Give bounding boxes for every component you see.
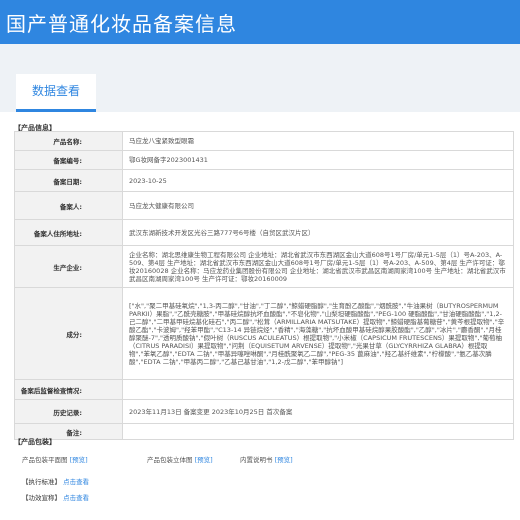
package-heading: 【产品包装】 [14, 438, 56, 446]
package-item-label: 内置说明书 [240, 456, 273, 464]
table-row: 生产企业: 企业名称：湖北思维康生物工程有限公司 企业地址：湖北省武汉市东西湖区… [14, 245, 514, 288]
supervision-value [122, 379, 514, 400]
table-row: 备案编号: 鄂G妆网备字2023001431 [14, 150, 514, 170]
page-title: 国产普通化妆品备案信息 [6, 12, 237, 36]
tab-bar: 数据查看 [0, 44, 520, 112]
row-label: 备案人住所地址: [14, 219, 123, 246]
filing-number-value: 鄂G妆网备字2023001431 [122, 150, 514, 170]
package-item: 产品包装立体图 [预览] [147, 454, 213, 464]
package-item-label: 产品包装平面图 [22, 456, 68, 464]
efficacy-view-link[interactable]: 点击查看 [63, 494, 89, 502]
standard-view-link[interactable]: 点击查看 [63, 478, 89, 486]
standard-row: 【执行标准】 点击查看 [22, 476, 89, 486]
row-label: 备案人: [14, 191, 123, 220]
table-row: 备案日期: 2023-10-25 [14, 169, 514, 192]
filing-date-value: 2023-10-25 [122, 169, 514, 192]
ingredients-value: ["水","聚二甲基硅氧烷","1,3-丙二醇","甘油","丁二醇","鲸蜡硬… [122, 287, 514, 380]
row-label: 成分: [14, 287, 123, 380]
preview-link[interactable]: [预览] [195, 456, 213, 464]
package-item: 产品包装平面图 [预览] [22, 454, 88, 464]
table-row: 备注: [14, 423, 514, 440]
tab-data-view[interactable]: 数据查看 [16, 74, 96, 112]
table-row: 备案人住所地址: 武汉东湖新技术开发区光谷三路777号6号楼（自贸区武汉片区） [14, 219, 514, 246]
efficacy-heading: 【功效宣称】 [22, 494, 61, 502]
row-label: 产品名称: [14, 131, 123, 151]
row-label: 备案后监督检查情况: [14, 379, 123, 400]
manufacturer-value: 企业名称：湖北思维康生物工程有限公司 企业地址：湖北省武汉市东西湖区金山大道60… [122, 245, 514, 288]
table-row: 备案人: 马应龙大健康有限公司 [14, 191, 514, 220]
filer-address-value: 武汉东湖新技术开发区光谷三路777号6号楼（自贸区武汉片区） [122, 219, 514, 246]
preview-link[interactable]: [预览] [70, 456, 88, 464]
table-row: 成分: ["水","聚二甲基硅氧烷","1,3-丙二醇","甘油","丁二醇",… [14, 287, 514, 380]
table-row: 产品名称: 马应龙八宝紧致型眼霜 [14, 131, 514, 151]
package-item-label: 产品包装立体图 [147, 456, 193, 464]
header-bar: 国产普通化妆品备案信息 [0, 0, 520, 44]
remarks-value [122, 423, 514, 440]
row-label: 备案编号: [14, 150, 123, 170]
package-item: 内置说明书 [预览] [240, 454, 293, 464]
row-label: 历史记录: [14, 399, 123, 424]
product-info-table: 产品名称: 马应龙八宝紧致型眼霜 备案编号: 鄂G妆网备字2023001431 … [14, 131, 514, 440]
product-name-value: 马应龙八宝紧致型眼霜 [122, 131, 514, 151]
table-row: 备案后监督检查情况: [14, 379, 514, 400]
history-value: 2023年11月13日 备案变更 2023年10月25日 首次备案 [122, 399, 514, 424]
preview-link[interactable]: [预览] [275, 456, 293, 464]
standard-heading: 【执行标准】 [22, 478, 61, 486]
table-row: 历史记录: 2023年11月13日 备案变更 2023年10月25日 首次备案 [14, 399, 514, 424]
row-label: 生产企业: [14, 245, 123, 288]
filer-value: 马应龙大健康有限公司 [122, 191, 514, 220]
efficacy-row: 【功效宣称】 点击查看 [22, 492, 89, 502]
row-label: 备案日期: [14, 169, 123, 192]
